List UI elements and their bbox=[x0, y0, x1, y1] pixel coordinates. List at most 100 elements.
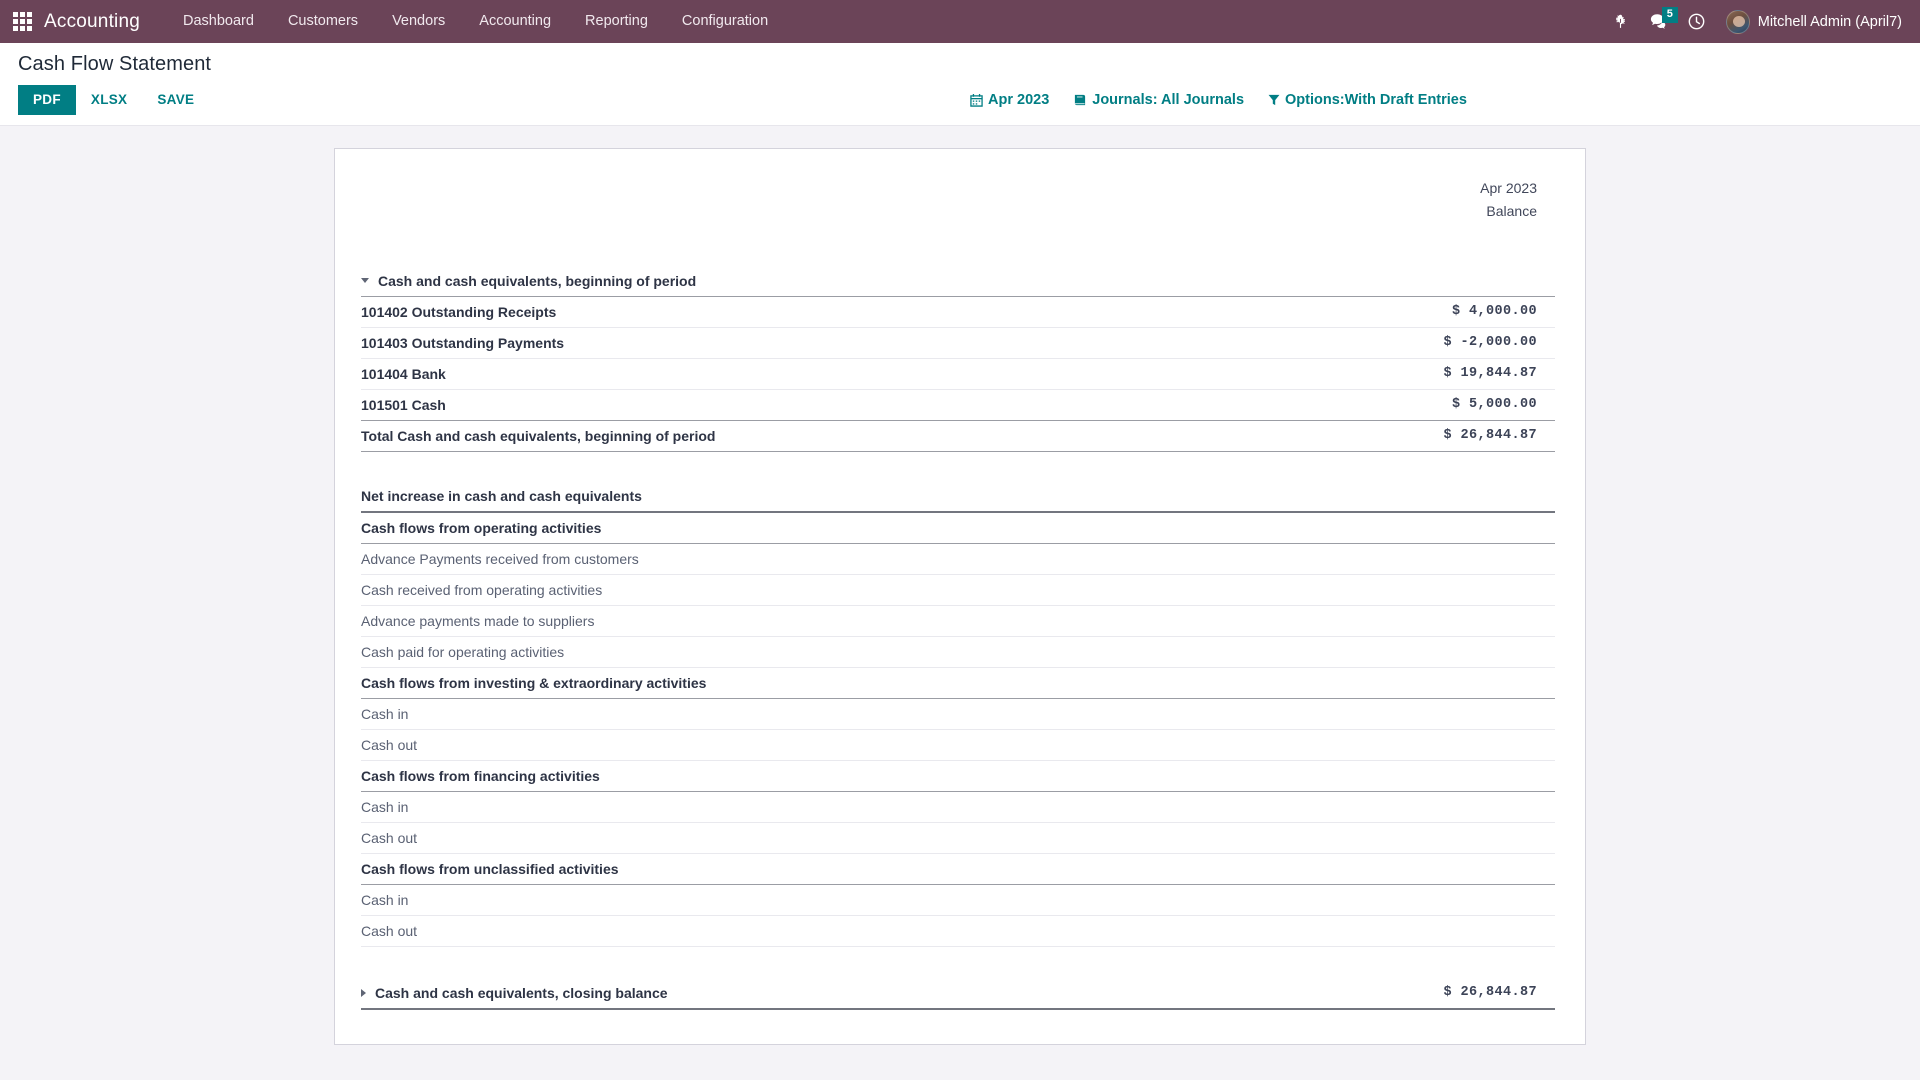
menu-item-configuration[interactable]: Configuration bbox=[665, 0, 785, 43]
report-content-area: Apr 2023 Balance Cash and cash equivalen… bbox=[0, 126, 1920, 1080]
report-row-label: Cash received from operating activities bbox=[361, 582, 603, 598]
report-row[interactable]: Cash flows from operating activities bbox=[361, 512, 1555, 544]
report-row-label-wrap: Cash out bbox=[361, 830, 417, 846]
activities-button[interactable] bbox=[1678, 0, 1716, 43]
report-row-label-wrap: Cash and cash equivalents, beginning of … bbox=[361, 273, 696, 289]
report-row-label-cell: Net increase in cash and cash equivalent… bbox=[361, 481, 1325, 513]
messages-button[interactable]: 5 bbox=[1640, 0, 1678, 43]
report-row-value bbox=[1325, 512, 1555, 544]
report-row-label: Cash out bbox=[361, 737, 418, 753]
report-row-label-cell: Cash flows from operating activities bbox=[361, 512, 1325, 544]
report-row[interactable]: Advance Payments received from customers bbox=[361, 543, 1555, 575]
apps-menu-button[interactable] bbox=[0, 0, 44, 43]
caret-down-icon[interactable] bbox=[361, 278, 369, 283]
report-row-label-cell: Cash and cash equivalents, closing balan… bbox=[361, 976, 1325, 1010]
save-button[interactable]: SAVE bbox=[142, 85, 209, 115]
report-row-label: 101404 Bank bbox=[361, 365, 446, 382]
spacer-row bbox=[361, 451, 1555, 481]
report-row-label-cell: 101402 Outstanding Receipts bbox=[361, 296, 1325, 328]
report-row[interactable]: Cash in bbox=[361, 791, 1555, 823]
report-row-label-wrap: 101501 Cash bbox=[361, 397, 446, 413]
menu-item-dashboard[interactable]: Dashboard bbox=[166, 0, 271, 43]
report-row[interactable]: Cash and cash equivalents, closing balan… bbox=[361, 976, 1555, 1010]
report-row-value: $ -2,000.00 bbox=[1325, 327, 1555, 359]
report-row-label: 101501 Cash bbox=[361, 396, 446, 413]
journals-filter[interactable]: Journals: All Journals bbox=[1073, 92, 1244, 108]
funnel-icon bbox=[1268, 94, 1280, 106]
report-row-label-cell: Cash paid for operating activities bbox=[361, 636, 1325, 668]
calendar-icon bbox=[970, 93, 983, 107]
menu-item-customers[interactable]: Customers bbox=[271, 0, 375, 43]
report-row-label-wrap: Cash in bbox=[361, 892, 408, 908]
report-row[interactable]: Cash in bbox=[361, 884, 1555, 916]
report-row[interactable]: 101404 Bank $ 19,844.87 bbox=[361, 358, 1555, 390]
report-row[interactable]: Cash received from operating activities bbox=[361, 574, 1555, 606]
debug-bug-button[interactable] bbox=[1602, 0, 1640, 43]
report-row-value bbox=[1325, 853, 1555, 885]
report-row-value bbox=[1325, 791, 1555, 823]
report-row[interactable]: Cash out bbox=[361, 822, 1555, 854]
report-row[interactable]: Advance payments made to suppliers bbox=[361, 605, 1555, 637]
report-row-label-cell: Cash flows from investing & extraordinar… bbox=[361, 667, 1325, 699]
menu-item-accounting[interactable]: Accounting bbox=[462, 0, 568, 43]
report-row-label-wrap: Cash flows from unclassified activities bbox=[361, 861, 619, 877]
report-row-label: Cash and cash equivalents, closing balan… bbox=[375, 984, 668, 1001]
header-spacer-row bbox=[361, 223, 1555, 263]
caret-right-icon[interactable] bbox=[361, 988, 366, 997]
report-row-label-wrap: Net increase in cash and cash equivalent… bbox=[361, 488, 642, 504]
report-row-label-cell: 101404 Bank bbox=[361, 358, 1325, 390]
top-navbar: Accounting Dashboard Customers Vendors A… bbox=[0, 0, 1920, 43]
user-name-label: Mitchell Admin (April7) bbox=[1757, 13, 1902, 30]
report-row-value bbox=[1325, 605, 1555, 637]
report-row-label: Cash flows from unclassified activities bbox=[361, 861, 619, 877]
report-row[interactable]: Net increase in cash and cash equivalent… bbox=[361, 481, 1555, 513]
report-card: Apr 2023 Balance Cash and cash equivalen… bbox=[334, 148, 1586, 1045]
app-brand-name[interactable]: Accounting bbox=[44, 11, 166, 33]
menu-item-reporting[interactable]: Reporting bbox=[568, 0, 665, 43]
report-row[interactable]: Cash flows from investing & extraordinar… bbox=[361, 667, 1555, 699]
options-filter-label: Options:With Draft Entries bbox=[1285, 92, 1467, 108]
report-row-label-cell: Total Cash and cash equivalents, beginni… bbox=[361, 420, 1325, 452]
report-row[interactable]: Cash flows from financing activities bbox=[361, 760, 1555, 792]
clock-icon bbox=[1688, 13, 1705, 30]
report-row-label-cell: Advance Payments received from customers bbox=[361, 543, 1325, 575]
page-title: Cash Flow Statement bbox=[18, 53, 212, 75]
report-row-label-wrap: Cash out bbox=[361, 737, 417, 753]
report-row-label: Cash flows from financing activities bbox=[361, 768, 600, 784]
report-row-label-cell: Cash out bbox=[361, 822, 1325, 854]
report-table-body: Cash and cash equivalents, beginning of … bbox=[361, 263, 1555, 1010]
header-blank-cell bbox=[361, 177, 1325, 223]
report-row[interactable]: Cash out bbox=[361, 729, 1555, 761]
report-row-value: $ 26,844.87 bbox=[1325, 420, 1555, 452]
report-row-label: 101402 Outstanding Receipts bbox=[361, 303, 557, 320]
export-pdf-button[interactable]: PDF bbox=[18, 85, 76, 115]
report-row-label-wrap: Advance payments made to suppliers bbox=[361, 613, 594, 629]
report-row-label: Cash flows from operating activities bbox=[361, 520, 602, 536]
report-row-label: Advance Payments received from customers bbox=[361, 551, 639, 567]
report-row-label: Advance payments made to suppliers bbox=[361, 613, 595, 629]
report-row[interactable]: Cash paid for operating activities bbox=[361, 636, 1555, 668]
report-row-value bbox=[1325, 543, 1555, 575]
menu-item-vendors[interactable]: Vendors bbox=[375, 0, 462, 43]
report-row[interactable]: Cash out bbox=[361, 915, 1555, 947]
report-row-value bbox=[1325, 729, 1555, 761]
options-filter[interactable]: Options:With Draft Entries bbox=[1268, 92, 1467, 108]
report-row[interactable]: Cash flows from unclassified activities bbox=[361, 853, 1555, 885]
export-button-group: PDF XLSX SAVE bbox=[18, 85, 209, 115]
report-row[interactable]: 101501 Cash $ 5,000.00 bbox=[361, 389, 1555, 421]
report-header-row: Apr 2023 Balance bbox=[361, 177, 1555, 223]
user-menu-button[interactable]: Mitchell Admin (April7) bbox=[1716, 0, 1906, 43]
report-row-label: Cash out bbox=[361, 830, 418, 846]
report-row-value bbox=[1325, 915, 1555, 947]
report-row[interactable]: Total Cash and cash equivalents, beginni… bbox=[361, 420, 1555, 452]
report-row-value bbox=[1325, 667, 1555, 699]
export-xlsx-button[interactable]: XLSX bbox=[76, 85, 142, 115]
control-panel: Cash Flow Statement PDF XLSX SAVE Apr 20… bbox=[0, 43, 1920, 126]
report-row-value bbox=[1325, 698, 1555, 730]
date-filter[interactable]: Apr 2023 bbox=[970, 92, 1049, 108]
report-row[interactable]: Cash in bbox=[361, 698, 1555, 730]
report-row-value bbox=[1325, 263, 1555, 297]
report-row[interactable]: Cash and cash equivalents, beginning of … bbox=[361, 263, 1555, 297]
report-row[interactable]: 101402 Outstanding Receipts $ 4,000.00 bbox=[361, 296, 1555, 328]
report-row[interactable]: 101403 Outstanding Payments $ -2,000.00 bbox=[361, 327, 1555, 359]
